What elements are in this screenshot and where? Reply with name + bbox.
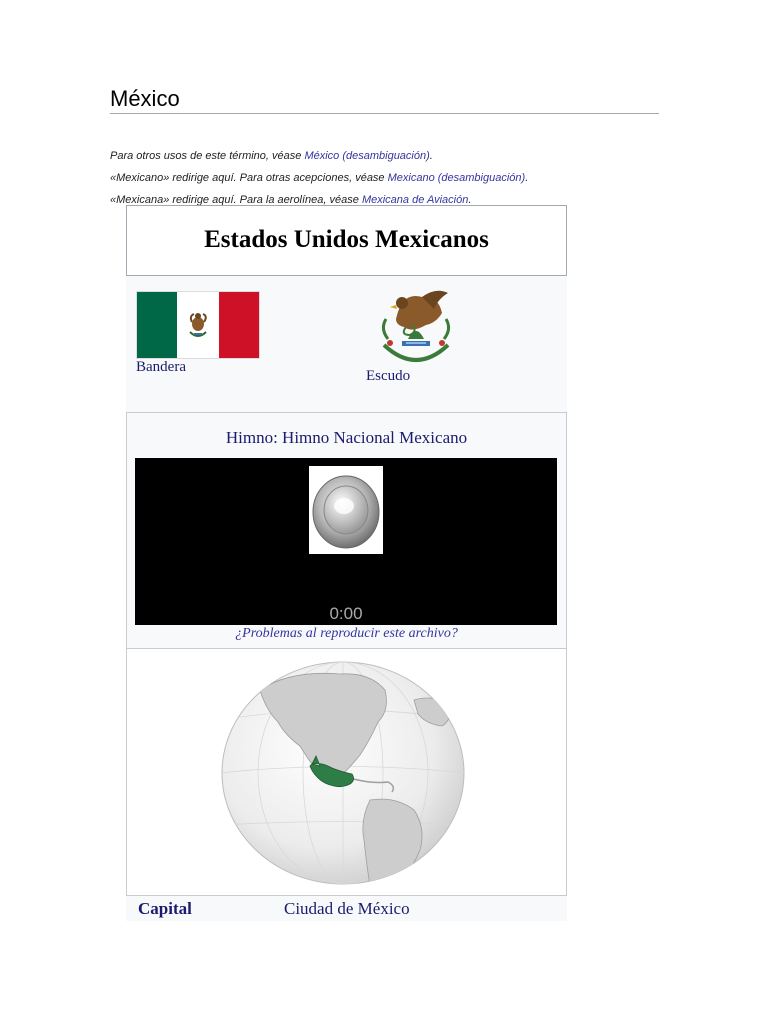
- mexico-flag-image[interactable]: [136, 291, 260, 359]
- infobox-header: Estados Unidos Mexicanos: [126, 205, 567, 276]
- hatnote-text: Para otros usos de este término, véase: [110, 150, 305, 162]
- flag-green-band: [137, 292, 177, 358]
- anthem-cell: Himno: Himno Nacional Mexicano 0:00 ¿Pro…: [126, 412, 567, 650]
- flag-red-band: [219, 292, 259, 358]
- infobox: Estados Unidos Mexicanos Bandera Escudo …: [126, 205, 567, 921]
- title-divider: [110, 113, 659, 114]
- playback-problem-link[interactable]: ¿Problemas al reproducir este archivo?: [127, 626, 566, 642]
- capital-row: Capital Ciudad de México: [126, 895, 567, 922]
- location-map-cell: [126, 648, 567, 896]
- hatnote-text: «Mexicano» redirige aquí. Para otras ace…: [110, 172, 388, 184]
- speaker-icon[interactable]: [309, 466, 383, 554]
- hatnote-2: «Mexicano» redirige aquí. Para otras ace…: [110, 167, 528, 189]
- flag-white-band: [177, 292, 219, 358]
- flag-label-link[interactable]: Bandera: [136, 359, 186, 376]
- player-time: 0:00: [329, 604, 363, 623]
- coat-label-link[interactable]: Escudo: [366, 368, 410, 385]
- hatnote-suffix: .: [429, 150, 433, 162]
- flag-emblem-icon: [189, 313, 207, 337]
- national-symbols: Bandera Escudo: [126, 277, 567, 412]
- coat-of-arms-icon[interactable]: [366, 283, 466, 371]
- speaker-graphic: [312, 475, 380, 549]
- capital-label-link[interactable]: Capital: [138, 899, 192, 919]
- capital-value-link[interactable]: Ciudad de México: [284, 899, 410, 919]
- hatnote-link-mexico[interactable]: México (desambiguación): [304, 150, 429, 162]
- anthem-title-link[interactable]: Himno: Himno Nacional Mexicano: [127, 428, 566, 448]
- hatnote-link-mexicano[interactable]: Mexicano (desambiguación): [388, 172, 526, 184]
- infobox-title: Estados Unidos Mexicanos: [204, 226, 489, 253]
- hatnote-suffix: .: [525, 172, 529, 184]
- globe-map-icon[interactable]: [220, 660, 466, 886]
- page-title: México: [110, 86, 180, 111]
- hatnote-1: Para otros usos de este término, véase M…: [110, 145, 528, 167]
- audio-player[interactable]: 0:00: [135, 458, 557, 625]
- hatnotes: Para otros usos de este término, véase M…: [110, 145, 528, 211]
